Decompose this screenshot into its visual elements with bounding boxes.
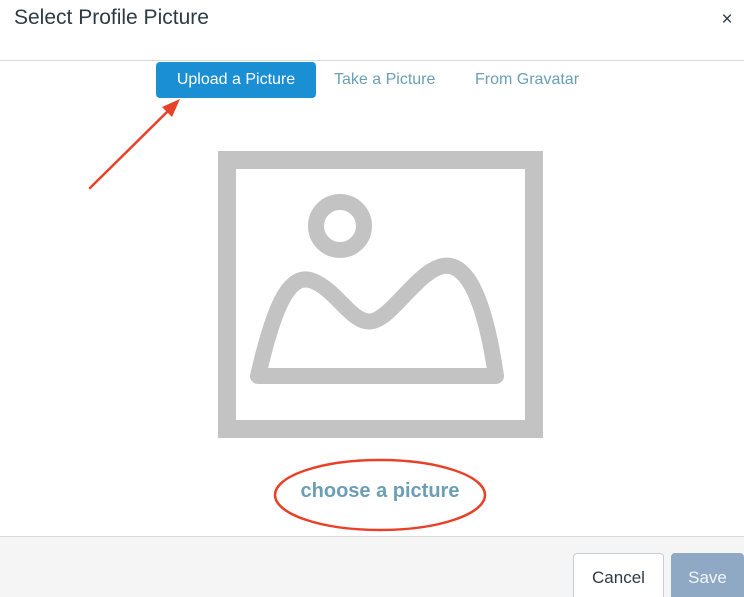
dialog-header: Select Profile Picture ×	[0, 0, 744, 61]
save-button[interactable]: Save	[671, 553, 744, 597]
annotation-circle	[273, 458, 487, 532]
annotation-arrow	[88, 99, 180, 190]
tab-take-a-picture[interactable]: Take a Picture	[334, 62, 435, 98]
dialog-title: Select Profile Picture	[14, 6, 209, 29]
dialog-footer: Cancel Save	[0, 536, 744, 597]
tab-upload-a-picture[interactable]: Upload a Picture	[156, 62, 316, 98]
close-icon[interactable]: ×	[716, 9, 738, 31]
tab-from-gravatar[interactable]: From Gravatar	[475, 62, 579, 98]
picture-source-tabs: Upload a Picture Take a Picture From Gra…	[0, 62, 744, 98]
cancel-button[interactable]: Cancel	[573, 553, 664, 597]
image-placeholder-icon	[218, 151, 543, 438]
select-profile-picture-dialog: Select Profile Picture × Upload a Pictur…	[0, 0, 744, 597]
